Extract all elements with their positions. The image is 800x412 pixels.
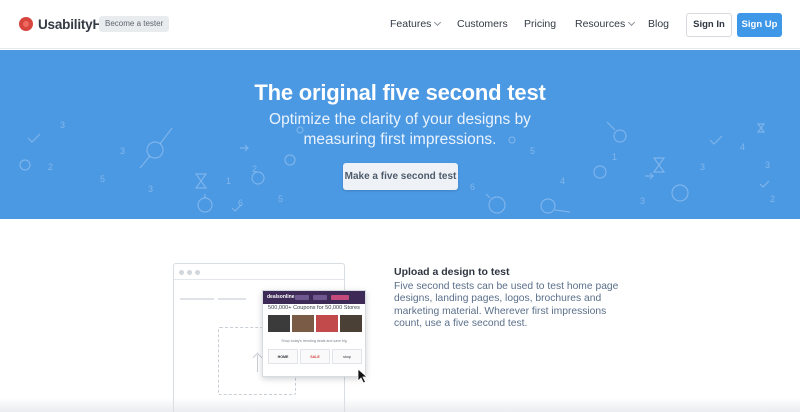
- sample-site-header: dealsonline: [263, 291, 365, 304]
- window-dot-icon: [195, 270, 200, 275]
- window-dot-icon: [187, 270, 192, 275]
- sample-card-label: HOME: [277, 355, 289, 359]
- sign-in-button[interactable]: Sign In: [686, 13, 732, 37]
- svg-text:2: 2: [770, 194, 775, 204]
- nav-customers-label: Customers: [457, 18, 508, 30]
- hero-subtitle: Optimize the clarity of your designs by …: [269, 111, 531, 148]
- sample-site-tab: [313, 295, 327, 300]
- nav-features-label: Features: [390, 18, 432, 30]
- feature-title: Upload a design to test: [394, 266, 510, 278]
- svg-text:3: 3: [765, 160, 770, 170]
- sample-site-image: [316, 315, 338, 332]
- mouse-cursor-icon: [357, 368, 369, 384]
- sample-site-image: [268, 315, 290, 332]
- svg-text:1: 1: [612, 152, 617, 162]
- nav-blog[interactable]: Blog: [648, 18, 669, 30]
- browser-mockup-toolbar: [174, 264, 344, 280]
- sample-site-image: [340, 315, 362, 332]
- top-navigation: UsabilityHub Become a tester Features Cu…: [0, 0, 800, 49]
- chevron-down-icon: [628, 18, 636, 27]
- sample-site-card: SALE: [300, 349, 330, 364]
- nav-resources[interactable]: Resources: [575, 18, 636, 30]
- scroll-fade: [0, 398, 800, 412]
- nav-features[interactable]: Features: [390, 18, 442, 30]
- svg-text:1: 1: [226, 176, 231, 186]
- sample-site-logo: dealsonline: [267, 294, 295, 300]
- nav-blog-label: Blog: [648, 18, 670, 30]
- svg-text:3: 3: [700, 162, 705, 172]
- svg-text:6: 6: [470, 182, 475, 192]
- make-five-second-test-button[interactable]: Make a five second test: [343, 163, 458, 190]
- sample-site-card: shop: [332, 349, 362, 364]
- svg-text:3: 3: [640, 196, 645, 206]
- sample-design-screenshot: dealsonline 500,000+ Coupons for 50,000 …: [262, 290, 366, 377]
- feature-description: Five second tests can be used to test ho…: [394, 281, 619, 329]
- sample-site-card: HOME: [268, 349, 298, 364]
- nav-customers[interactable]: Customers: [457, 18, 508, 30]
- svg-text:3: 3: [120, 146, 125, 156]
- sign-up-button[interactable]: Sign Up: [737, 13, 782, 37]
- svg-text:6: 6: [238, 198, 243, 208]
- sample-site-banner: 500,000+ Coupons for 50,000 Stores: [268, 305, 360, 311]
- sample-card-label: SALE: [310, 355, 320, 359]
- placeholder-line: [180, 298, 214, 300]
- nav-resources-label: Resources: [575, 18, 626, 30]
- sample-site-tab: [295, 295, 309, 300]
- brand-logo-icon: [19, 17, 33, 31]
- hero-section: 332 531 256 541 334 326 The original fiv…: [0, 50, 800, 219]
- sample-card-label: shop: [343, 355, 351, 359]
- svg-text:3: 3: [148, 184, 153, 194]
- hero-title: The original five second test: [254, 80, 546, 105]
- window-dot-icon: [179, 270, 184, 275]
- sample-site-caption: Shop today's trending deals and save big: [281, 339, 347, 343]
- chevron-down-icon: [434, 18, 442, 27]
- svg-text:4: 4: [740, 142, 745, 152]
- sample-site-image: [292, 315, 314, 332]
- nav-pricing[interactable]: Pricing: [524, 18, 556, 30]
- svg-text:2: 2: [48, 162, 53, 172]
- svg-text:2: 2: [252, 164, 257, 174]
- sample-site-tab: [331, 295, 349, 300]
- become-tester-button[interactable]: Become a tester: [99, 16, 170, 32]
- svg-text:4: 4: [560, 176, 565, 186]
- svg-text:3: 3: [60, 120, 65, 130]
- svg-text:5: 5: [100, 174, 105, 184]
- svg-text:5: 5: [278, 194, 283, 204]
- nav-pricing-label: Pricing: [524, 18, 557, 30]
- placeholder-line: [218, 298, 246, 300]
